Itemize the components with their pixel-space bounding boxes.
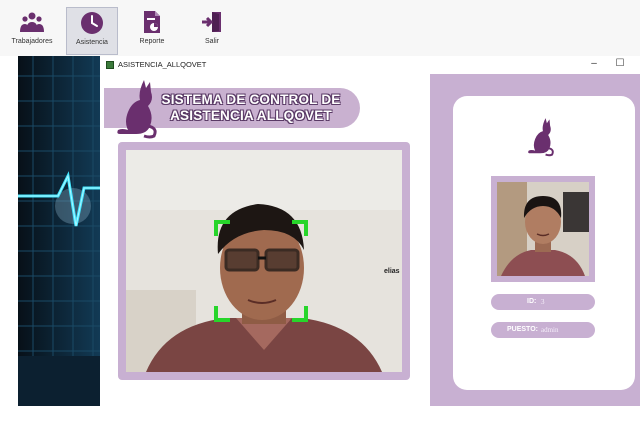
toolbar-ribbon: Trabajadores Asistencia Reporte Salir <box>0 0 640 56</box>
profile-panel: ID: 3 PUESTO: admin <box>430 74 640 406</box>
position-field: PUESTO: admin <box>491 322 595 338</box>
position-value: admin <box>541 326 559 334</box>
face-detection-box <box>214 220 308 322</box>
background-wallpaper <box>18 56 100 406</box>
minimize-button[interactable]: – <box>586 57 602 71</box>
workers-icon <box>20 12 44 32</box>
app-window: ASISTENCIA_ALLQOVET – ☐ SISTEMA DE CONTR… <box>100 56 640 406</box>
profile-card: ID: 3 PUESTO: admin <box>453 96 635 390</box>
attendance-button[interactable]: Asistencia <box>66 7 118 55</box>
app-icon <box>106 61 114 69</box>
employee-photo-frame <box>491 176 595 282</box>
maximize-button[interactable]: ☐ <box>612 57 628 71</box>
window-title: ASISTENCIA_ALLQOVET <box>118 60 207 69</box>
camera-frame <box>118 142 410 380</box>
workers-button-label: Trabajadores <box>11 38 53 45</box>
report-icon <box>144 11 160 33</box>
clock-icon <box>81 12 103 34</box>
cat-logo <box>117 80 157 139</box>
workers-button[interactable]: Trabajadores <box>6 7 58 55</box>
id-field: ID: 3 <box>491 294 595 310</box>
exit-icon <box>202 12 221 32</box>
camera-feed <box>126 150 402 372</box>
cat-logo-small <box>528 118 554 157</box>
report-button-label: Reporte <box>139 38 165 45</box>
exit-button-label: Salir <box>204 38 219 45</box>
window-titlebar: ASISTENCIA_ALLQOVET – ☐ <box>100 56 640 74</box>
exit-button[interactable]: Salir <box>186 7 238 55</box>
position-label: PUESTO: <box>507 326 538 333</box>
id-value: 3 <box>541 298 545 306</box>
attendance-button-label: Asistencia <box>76 39 108 46</box>
detected-name-label: elias <box>384 268 400 275</box>
banner-title-line2: ASISTENCIA ALLQOVET <box>170 108 332 123</box>
report-button[interactable]: Reporte <box>126 7 178 55</box>
banner-title-line1: SISTEMA DE CONTROL DE <box>161 92 341 107</box>
employee-photo <box>497 182 589 276</box>
id-label: ID: <box>527 298 537 305</box>
